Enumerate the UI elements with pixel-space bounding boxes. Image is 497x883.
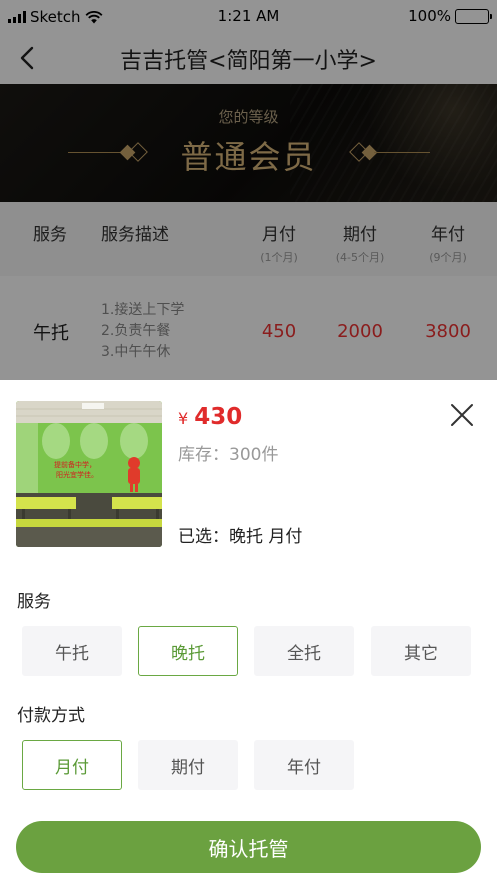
thumbnail-sign-line1: 提前备中学， (54, 460, 96, 469)
selected-summary: 已选：晚托 月付 (178, 527, 303, 547)
service-section-label: 服务 (17, 592, 51, 612)
service-option-evening[interactable]: 晚托 (138, 626, 238, 676)
payment-option-yearly[interactable]: 年付 (254, 740, 354, 790)
price-amount: 430 (194, 404, 243, 430)
close-icon[interactable] (449, 402, 475, 428)
stock-count: 库存：300件 (178, 445, 279, 465)
service-option-other[interactable]: 其它 (371, 626, 471, 676)
currency-symbol: ¥ (178, 409, 189, 428)
payment-section-label: 付款方式 (17, 706, 85, 726)
thumbnail-sign-line2: 阳光宜学佳。 (56, 470, 98, 479)
confirm-button[interactable]: 确认托管 (16, 821, 481, 873)
booking-sheet: 提前备中学， 阳光宜学佳。 ¥430 库存：300件 已选：晚托 月付 服务 午… (0, 380, 497, 883)
payment-option-term[interactable]: 期付 (138, 740, 238, 790)
payment-option-monthly[interactable]: 月付 (22, 740, 122, 790)
service-option-noon[interactable]: 午托 (22, 626, 122, 676)
selected-price: ¥430 (178, 404, 242, 430)
classroom-thumbnail: 提前备中学， 阳光宜学佳。 (16, 401, 162, 547)
service-option-full[interactable]: 全托 (254, 626, 354, 676)
